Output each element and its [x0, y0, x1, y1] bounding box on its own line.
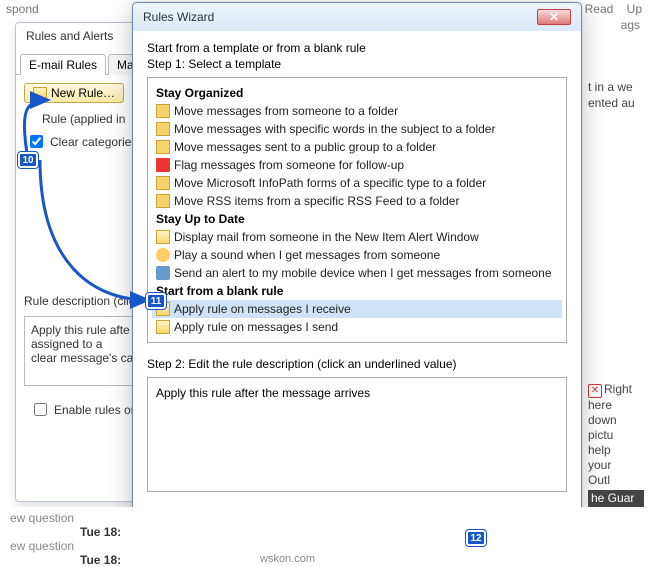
annotation-12: 12	[466, 530, 486, 546]
move-icon	[156, 104, 170, 118]
annotation-11: 11	[146, 293, 166, 309]
ribbon-up: Up	[627, 2, 642, 16]
category-stay-up-to-date: Stay Up to Date	[152, 210, 562, 228]
wizard-title: Rules Wizard	[143, 10, 214, 24]
ribbon-read: Read	[585, 2, 614, 16]
enable-rules-checkbox-row[interactable]: Enable rules on a	[30, 400, 147, 419]
close-button[interactable]: ✕	[537, 9, 571, 25]
ribbon-ags: ags	[621, 18, 640, 32]
wizard-step1-label: Step 1: Select a template	[147, 57, 567, 71]
ribbon-left: spond	[6, 2, 39, 18]
template-mobile-alert[interactable]: Send an alert to my mobile device when I…	[152, 264, 562, 282]
rules-wizard-dialog: Rules Wizard ✕ Start from a template or …	[132, 2, 582, 547]
template-list[interactable]: Stay Organized Move messages from someon…	[147, 77, 567, 343]
new-rule-button[interactable]: New Rule…	[24, 83, 124, 103]
wizard-step2-label: Step 2: Edit the rule description (click…	[147, 357, 567, 371]
template-move-rss[interactable]: Move RSS items from a specific RSS Feed …	[152, 192, 562, 210]
clear-categories-label: Clear categories	[50, 135, 137, 149]
step2-description-box[interactable]: Apply this rule after the message arrive…	[147, 377, 567, 492]
close-icon: ✕	[549, 10, 559, 24]
delete-icon[interactable]: ✕	[588, 384, 602, 398]
template-move-from-someone[interactable]: Move messages from someone to a folder	[152, 102, 562, 120]
enable-rules-checkbox[interactable]	[34, 403, 47, 416]
move-icon	[156, 140, 170, 154]
tab-email-rules[interactable]: E-mail Rules	[20, 54, 106, 75]
mail-item[interactable]: ew question	[10, 539, 638, 553]
background-mail-list: ew question Tue 18: ew question Tue 18: …	[0, 507, 648, 567]
new-rule-label: New Rule…	[51, 86, 115, 100]
template-play-sound[interactable]: Play a sound when I get messages from so…	[152, 246, 562, 264]
clear-categories-checkbox[interactable]	[30, 135, 43, 148]
template-apply-send[interactable]: Apply rule on messages I send	[152, 318, 562, 336]
template-move-words-subject[interactable]: Move messages with specific words in the…	[152, 120, 562, 138]
move-icon	[156, 122, 170, 136]
category-stay-organized: Stay Organized	[152, 84, 562, 102]
flag-icon	[156, 158, 170, 172]
wizard-intro: Start from a template or from a blank ru…	[147, 41, 567, 55]
phone-icon	[156, 266, 170, 280]
annotation-10: 10	[18, 152, 38, 168]
template-move-infopath[interactable]: Move Microsoft InfoPath forms of a speci…	[152, 174, 562, 192]
mail-time: Tue 18:	[80, 525, 638, 539]
wizard-titlebar[interactable]: Rules Wizard ✕	[133, 3, 581, 31]
mail-item[interactable]: ew question	[10, 511, 638, 525]
category-blank-rule: Start from a blank rule	[152, 282, 562, 300]
move-icon	[156, 176, 170, 190]
template-move-public-group[interactable]: Move messages sent to a public group to …	[152, 138, 562, 156]
envelope-icon	[33, 87, 47, 99]
watermark-url: wskon.com	[260, 553, 315, 565]
source-badge: he Guar	[588, 490, 644, 507]
template-flag-followup[interactable]: Flag messages from someone for follow-up	[152, 156, 562, 174]
mail-time: Tue 18:	[80, 553, 638, 567]
envelope-out-icon	[156, 320, 170, 334]
alert-icon	[156, 230, 170, 244]
sound-icon	[156, 248, 170, 262]
template-new-item-alert[interactable]: Display mail from someone in the New Ite…	[152, 228, 562, 246]
template-apply-receive[interactable]: Apply rule on messages I receive	[152, 300, 562, 318]
step2-text: Apply this rule after the message arrive…	[156, 386, 370, 400]
right-cutoff-text: t in a we ented au	[588, 80, 648, 111]
right-panel-text: ✕RightRight heredownpictuhelpyourOutl he…	[588, 382, 644, 507]
move-icon	[156, 194, 170, 208]
